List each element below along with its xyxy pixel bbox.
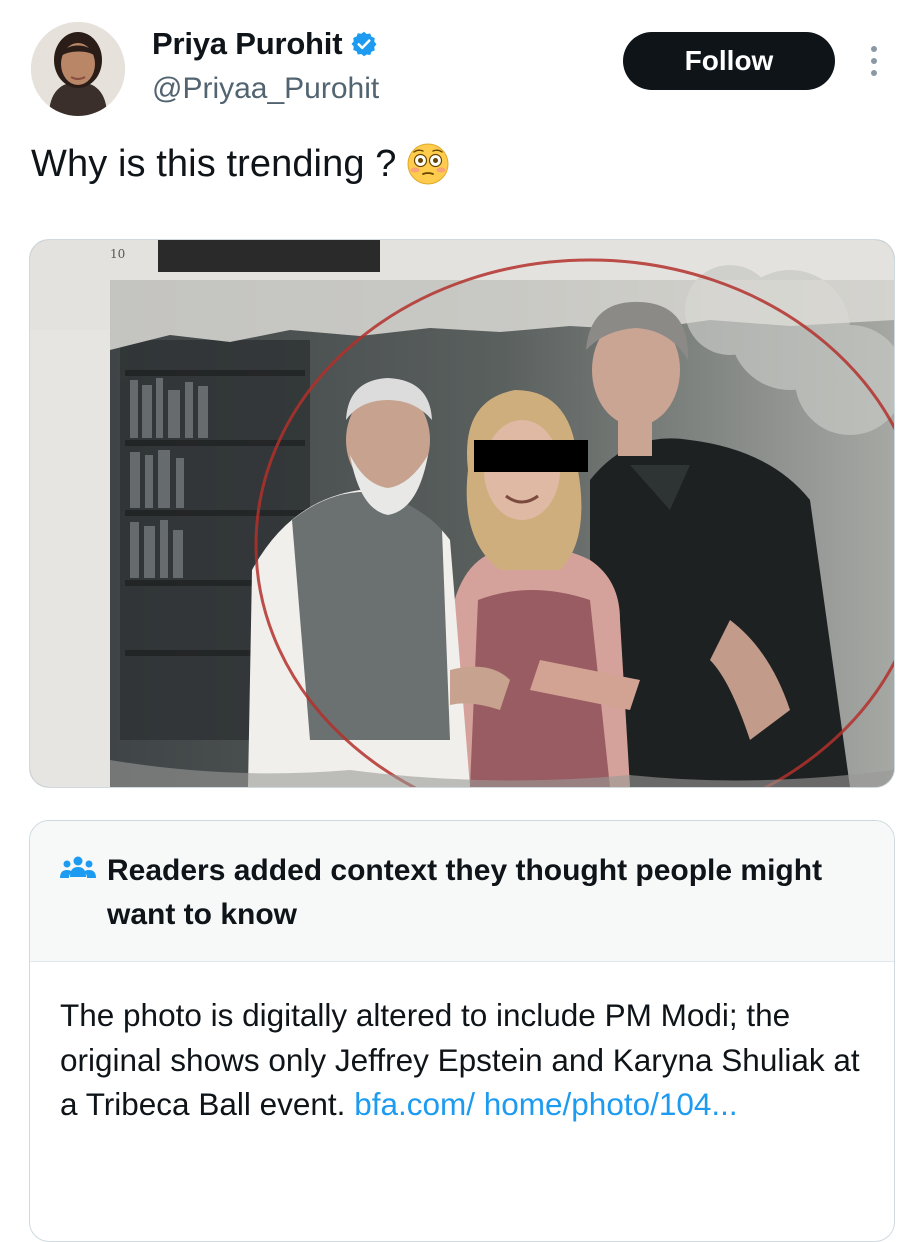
more-dot <box>871 58 877 64</box>
page-number: 10 <box>110 247 125 261</box>
more-options-icon[interactable] <box>862 40 886 82</box>
tweet-text: Why is this trending ? <box>31 142 450 186</box>
people-icon <box>60 856 96 878</box>
user-display-name[interactable]: Priya Purohit <box>152 26 343 62</box>
more-dot <box>871 70 877 76</box>
follow-button[interactable]: Follow <box>623 32 835 90</box>
flushed-face-emoji <box>407 143 449 185</box>
user-avatar[interactable] <box>31 22 125 116</box>
community-note-header[interactable]: Readers added context they thought peopl… <box>30 821 894 962</box>
user-name-row[interactable]: Priya Purohit <box>152 26 378 62</box>
user-handle[interactable]: @Priyaa_Purohit <box>152 72 379 106</box>
photo-illustration: 10 <box>30 240 894 787</box>
community-note-title: Readers added context they thought peopl… <box>107 854 823 931</box>
more-dot <box>871 46 877 52</box>
community-note-body: The photo is digitally altered to includ… <box>60 993 870 1127</box>
verified-badge-icon <box>351 31 377 57</box>
community-note[interactable]: Readers added context they thought peopl… <box>29 820 895 1242</box>
tweet-text-content: Why is this trending ? <box>31 142 397 185</box>
community-note-link[interactable]: bfa.com/ home/photo/104... <box>354 1086 738 1122</box>
censor-bar <box>474 440 588 472</box>
avatar-image <box>31 22 125 116</box>
tweet-media-image[interactable]: 10 <box>29 239 895 788</box>
